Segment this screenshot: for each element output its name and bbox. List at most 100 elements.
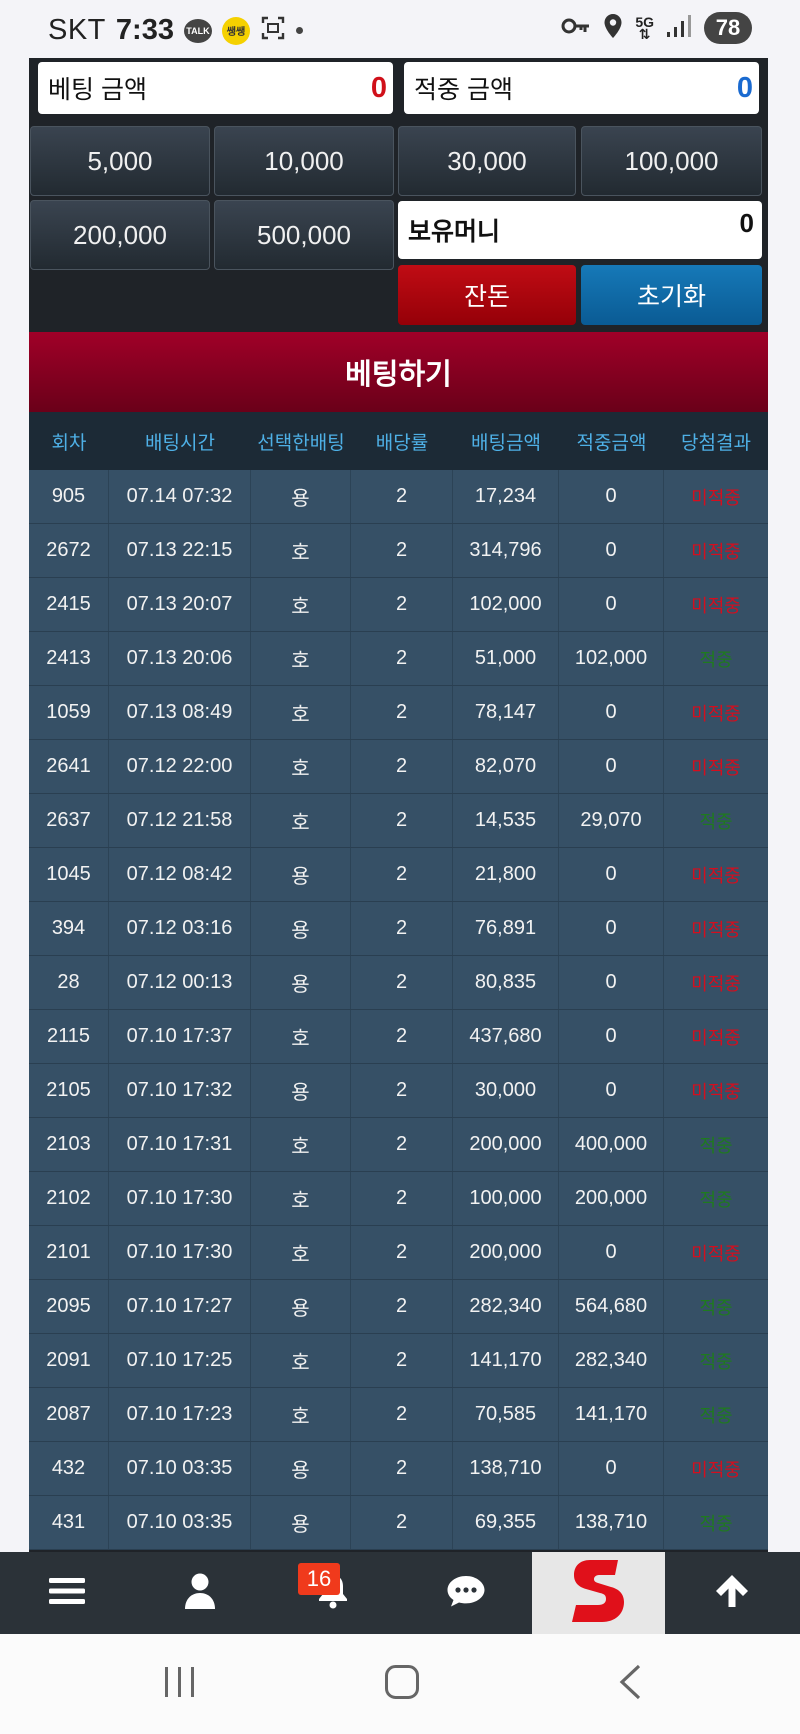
chip-5000-button[interactable]: 5,000: [30, 126, 210, 196]
result-cell: 미적중: [691, 541, 741, 562]
bet-amount-cell: 76,891: [453, 902, 559, 955]
reset-button[interactable]: 초기화: [581, 265, 762, 325]
nav-chat-button[interactable]: [399, 1552, 532, 1634]
place-bet-button[interactable]: 베팅하기: [29, 332, 768, 412]
round-cell: 2641: [29, 740, 109, 793]
round-cell: 2637: [29, 794, 109, 847]
bet-amount-cell: 102,000: [453, 578, 559, 631]
notification-count-badge: 16: [298, 1563, 340, 1595]
selection-cell: 용: [251, 902, 351, 955]
vpn-key-icon: [561, 16, 591, 41]
result-cell: 미적중: [691, 595, 741, 616]
table-row: 431 07.10 03:35 용 2 69,355 138,710 적중: [29, 1496, 768, 1550]
status-bar: SKT 7:33 TALK 쌩쌩 5G ⇅ 78: [0, 0, 800, 58]
bet-amount-cell: 141,170: [453, 1334, 559, 1387]
bet-time-cell: 07.10 17:31: [109, 1118, 251, 1171]
odds-cell: 2: [351, 1388, 453, 1441]
odds-cell: 2: [351, 470, 453, 523]
bet-amount-cell: 200,000: [453, 1226, 559, 1279]
bet-time-cell: 07.10 17:32: [109, 1064, 251, 1117]
bet-time-cell: 07.12 03:16: [109, 902, 251, 955]
talk-notification-icon: TALK: [183, 18, 212, 43]
win-amount-cell: 400,000: [559, 1118, 664, 1171]
table-row: 394 07.12 03:16 용 2 76,891 0 미적중: [29, 902, 768, 956]
win-amount-cell: 0: [559, 1010, 664, 1063]
table-row: 2103 07.10 17:31 호 2 200,000 400,000 적중: [29, 1118, 768, 1172]
round-cell: 2095: [29, 1280, 109, 1333]
table-row: 2095 07.10 17:27 용 2 282,340 564,680 적중: [29, 1280, 768, 1334]
bet-amount-cell: 78,147: [453, 686, 559, 739]
result-cell: 미적중: [691, 757, 741, 778]
win-amount-cell: 0: [559, 578, 664, 631]
selection-cell: 호: [251, 1172, 351, 1225]
bet-amount-value: 0: [370, 71, 387, 104]
bet-amount-cell: 200,000: [453, 1118, 559, 1171]
odds-cell: 2: [351, 1280, 453, 1333]
odds-cell: 2: [351, 1496, 453, 1549]
win-amount-cell: 0: [559, 470, 664, 523]
chip-10000-button[interactable]: 10,000: [214, 126, 394, 196]
win-amount-cell: 0: [559, 1064, 664, 1117]
win-amount-cell: 102,000: [559, 632, 664, 685]
selection-cell: 용: [251, 956, 351, 1009]
chip-500000-button[interactable]: 500,000: [214, 200, 394, 270]
bet-time-cell: 07.10 17:27: [109, 1280, 251, 1333]
chip-200000-button[interactable]: 200,000: [30, 200, 210, 270]
bet-amount-box: 베팅 금액 0: [38, 62, 393, 114]
selection-cell: 호: [251, 632, 351, 685]
table-row: 432 07.10 03:35 용 2 138,710 0 미적중: [29, 1442, 768, 1496]
round-cell: 431: [29, 1496, 109, 1549]
odds-cell: 2: [351, 956, 453, 1009]
chip-30000-button[interactable]: 30,000: [398, 126, 576, 196]
carrier-label: SKT: [48, 14, 106, 46]
win-amount-cell: 0: [559, 1226, 664, 1279]
win-amount-cell: 0: [559, 524, 664, 577]
nav-scroll-top-button[interactable]: [665, 1552, 798, 1634]
table-row: 2641 07.12 22:00 호 2 82,070 0 미적중: [29, 740, 768, 794]
selection-cell: 용: [251, 470, 351, 523]
nav-profile-button[interactable]: [133, 1552, 266, 1634]
column-header: 선택한배팅: [257, 432, 345, 454]
arrow-up-icon: [714, 1573, 750, 1614]
bottom-nav: [0, 1552, 800, 1634]
odds-cell: 2: [351, 686, 453, 739]
bet-time-cell: 07.12 08:42: [109, 848, 251, 901]
odds-cell: 2: [351, 848, 453, 901]
selection-cell: 용: [251, 1496, 351, 1549]
win-amount-cell: 29,070: [559, 794, 664, 847]
back-button[interactable]: [614, 1662, 646, 1706]
table-row: 2102 07.10 17:30 호 2 100,000 200,000 적중: [29, 1172, 768, 1226]
recent-apps-button[interactable]: [162, 1662, 198, 1706]
win-amount-label: 적중 금액: [414, 76, 513, 104]
app-notification-icon: 쌩쌩: [221, 16, 250, 45]
bet-time-cell: 07.10 17:23: [109, 1388, 251, 1441]
selection-cell: 호: [251, 1226, 351, 1279]
result-cell: 적중: [699, 1405, 733, 1426]
nav-menu-button[interactable]: [0, 1552, 133, 1634]
change-button[interactable]: 잔돈: [398, 265, 576, 325]
result-cell: 미적중: [691, 865, 741, 886]
wallet-label: 보유머니: [408, 218, 501, 246]
bet-amount-cell: 138,710: [453, 1442, 559, 1495]
odds-cell: 2: [351, 1118, 453, 1171]
table-row: 2091 07.10 17:25 호 2 141,170 282,340 적중: [29, 1334, 768, 1388]
bet-time-cell: 07.13 20:07: [109, 578, 251, 631]
table-row: 28 07.12 00:13 용 2 80,835 0 미적중: [29, 956, 768, 1010]
network-label: 5G: [635, 14, 654, 30]
selection-cell: 호: [251, 1388, 351, 1441]
column-header: 배당률: [375, 432, 429, 454]
bet-time-cell: 07.13 20:06: [109, 632, 251, 685]
odds-cell: 2: [351, 1442, 453, 1495]
bet-amount-cell: 282,340: [453, 1280, 559, 1333]
result-cell: 미적중: [691, 1243, 741, 1264]
back-icon: [617, 1663, 643, 1706]
result-cell: 적중: [699, 649, 733, 670]
bet-amount-cell: 314,796: [453, 524, 559, 577]
home-button[interactable]: [384, 1662, 420, 1706]
chip-100000-button[interactable]: 100,000: [581, 126, 762, 196]
site-logo: [566, 1556, 632, 1631]
result-cell: 미적중: [691, 703, 741, 724]
win-amount-cell: 0: [559, 686, 664, 739]
odds-cell: 2: [351, 740, 453, 793]
nav-home-logo-button[interactable]: [532, 1552, 665, 1634]
